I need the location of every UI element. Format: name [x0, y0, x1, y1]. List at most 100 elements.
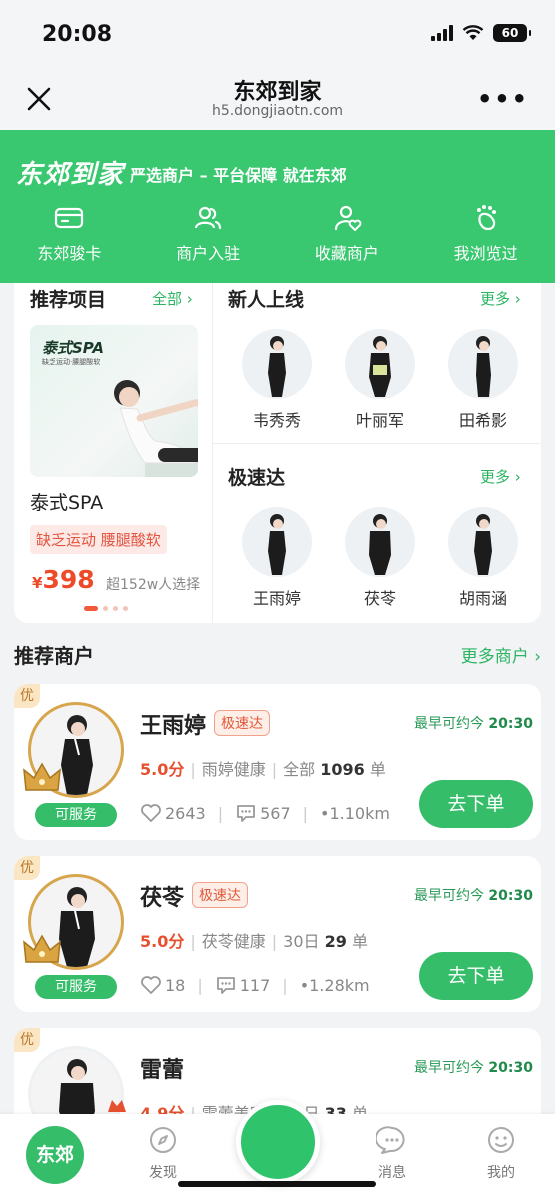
- home-indicator: [178, 1181, 376, 1187]
- carousel-dots: [84, 606, 128, 611]
- service-badge: 可服务: [35, 803, 117, 827]
- earliest-time: 最早可约今 20:30: [413, 888, 533, 904]
- more-icon[interactable]: •••: [477, 87, 529, 111]
- status-bar: 20:08 60: [0, 0, 555, 68]
- promo-panel: 推荐项目 全部 › 泰式SPA 缺乏运动·腰腿酸软 泰式SPA 缺乏运动 腰腿酸…: [14, 283, 541, 623]
- order-button[interactable]: 去下单: [419, 952, 533, 1000]
- tab-messages[interactable]: 消息: [352, 1124, 432, 1182]
- merchant-info: 5.0分 | 雨婷健康 | 全部 1096 单: [140, 760, 386, 779]
- header-banner: 东郊到家 严选商户 – 平台保障 就在东郊 东郊骏卡 商户入驻 收藏商户 我浏览…: [0, 130, 555, 283]
- nav-bar: 东郊到家 h5.dongjiaotn.com •••: [0, 68, 555, 130]
- merchant-card[interactable]: 优 可服务 王雨婷 极速达 最早可约今 20:30 5.0分 | 雨婷健康 | 全部 1…: [14, 684, 541, 840]
- merchant-card[interactable]: 优 可服务 茯苓 极速达 最早可约今 20:30 5.0分 | 茯苓健康 | 30日 2…: [14, 856, 541, 1012]
- quick-item-history[interactable]: 我浏览过: [416, 202, 555, 264]
- recommend-more-link[interactable]: 全部 ›: [152, 288, 193, 309]
- comment-icon[interactable]: [235, 802, 257, 824]
- footprint-icon: [476, 205, 496, 231]
- express-more-link[interactable]: 更多 ›: [480, 466, 521, 487]
- merchants-more-link[interactable]: 更多商户 ›: [461, 642, 541, 667]
- rating-score: 4.9分: [140, 1104, 185, 1114]
- divider: [213, 443, 541, 444]
- quick-item-join[interactable]: 商户入驻: [139, 202, 278, 264]
- users-icon: [195, 206, 222, 230]
- person-heart-icon: [334, 205, 362, 231]
- spa-price: ¥398: [32, 565, 95, 594]
- merchant-name: 雷蕾: [140, 1058, 185, 1083]
- avatar: [345, 329, 415, 399]
- newcomer-card[interactable]: 叶丽军: [340, 329, 420, 431]
- spa-image[interactable]: 泰式SPA 缺乏运动·腰腿酸软: [30, 325, 198, 477]
- crown-icon: [23, 762, 61, 791]
- order-button[interactable]: 去下单: [419, 780, 533, 828]
- tab-bar: 东郊 发现 消息 我的: [0, 1100, 555, 1200]
- tab-home[interactable]: 东郊: [26, 1126, 84, 1184]
- order-count: 29: [324, 932, 347, 951]
- distance: •1.28km: [299, 975, 370, 995]
- spa-tag: 缺乏运动 腰腿酸软: [30, 525, 167, 554]
- page-url: h5.dongjiaotn.com: [211, 103, 344, 119]
- quick-actions: 东郊骏卡 商户入驻 收藏商户 我浏览过: [0, 202, 555, 264]
- page-title: 东郊到家: [233, 80, 322, 105]
- tab-label: 发现: [149, 1165, 177, 1181]
- comment-count: 567: [260, 803, 291, 823]
- badge-icon: [108, 1100, 126, 1112]
- merchant-stats: 2643 | 567 | •1.10km: [140, 802, 390, 824]
- like-count: 2643: [165, 803, 206, 823]
- recommend-title: 推荐项目: [30, 289, 107, 311]
- person-name: 王雨婷: [252, 589, 301, 608]
- quick-item-favorites[interactable]: 收藏商户: [278, 202, 417, 264]
- express-badge: 极速达: [192, 882, 248, 908]
- quick-item-label: 我浏览过: [453, 244, 518, 263]
- brand-logo: 东郊到家: [16, 160, 125, 190]
- quick-item-label: 收藏商户: [314, 244, 379, 263]
- avatar: [242, 507, 312, 577]
- person-name: 田希影: [458, 411, 507, 430]
- newcomer-card[interactable]: 韦秀秀: [237, 329, 317, 431]
- tab-discover[interactable]: 发现: [123, 1124, 203, 1182]
- quick-item-card[interactable]: 东郊骏卡: [0, 202, 139, 264]
- quick-item-label: 商户入驻: [176, 244, 241, 263]
- avatar: [345, 507, 415, 577]
- merchant-info: 5.0分 | 茯苓健康 | 30日 29 单: [140, 932, 368, 951]
- earliest-time: 最早可约今 20:30: [413, 716, 533, 732]
- status-icons: 60: [431, 24, 531, 42]
- like-count: 18: [165, 975, 186, 995]
- smile-icon: [488, 1127, 514, 1153]
- express-card[interactable]: 王雨婷: [237, 507, 317, 609]
- shop-name: 茯苓健康: [201, 932, 266, 951]
- comment-icon[interactable]: [215, 974, 237, 996]
- tab-label: 消息: [378, 1165, 406, 1181]
- brand-slogan: 严选商户 – 平台保障 就在东郊: [130, 166, 347, 185]
- tab-mine[interactable]: 我的: [461, 1124, 541, 1182]
- express-card[interactable]: 茯苓: [340, 507, 420, 609]
- newcomer-card[interactable]: 田希影: [443, 329, 523, 431]
- quick-item-label: 东郊骏卡: [37, 244, 102, 263]
- spa-name[interactable]: 泰式SPA: [30, 488, 103, 515]
- spa-model-illustration: [114, 380, 198, 477]
- rating-score: 5.0分: [140, 932, 185, 951]
- price-currency: ¥: [32, 574, 43, 592]
- heart-icon[interactable]: [140, 974, 162, 996]
- distance: •1.10km: [320, 803, 390, 823]
- crown-icon: [23, 934, 61, 963]
- newcomers-more-link[interactable]: 更多 ›: [480, 288, 521, 309]
- signal-icon: [431, 25, 453, 41]
- premium-badge: 优: [14, 684, 40, 708]
- battery-icon: 60: [493, 24, 531, 42]
- merchant-stats: 18 | 117 | •1.28km: [140, 974, 370, 996]
- avatar: [448, 507, 518, 577]
- card-icon: [55, 207, 84, 229]
- person-name: 叶丽军: [355, 411, 404, 430]
- tab-label: 我的: [487, 1165, 515, 1181]
- center-action-button[interactable]: [236, 1100, 320, 1184]
- heart-icon[interactable]: [140, 802, 162, 824]
- merchant-name: 王雨婷: [140, 714, 207, 739]
- divider: [212, 283, 213, 623]
- rating-score: 5.0分: [140, 760, 185, 779]
- person-name: 韦秀秀: [252, 411, 301, 430]
- person-name: 胡雨涵: [458, 589, 507, 608]
- express-card[interactable]: 胡雨涵: [443, 507, 523, 609]
- price-value: 398: [42, 565, 95, 594]
- compass-icon: [150, 1127, 176, 1153]
- wifi-icon: [462, 25, 484, 40]
